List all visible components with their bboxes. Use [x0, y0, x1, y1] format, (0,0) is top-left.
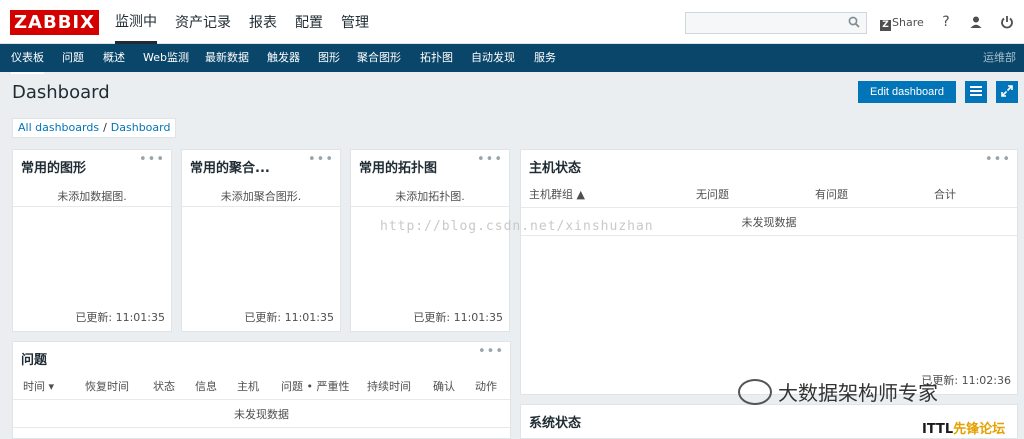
col-actions: 动作 — [475, 380, 497, 393]
forum-name: 先锋论坛 — [953, 422, 1006, 437]
widget-title: 常用的拓扑图 — [359, 161, 438, 176]
share-label: Share — [892, 16, 924, 29]
menu-maps[interactable]: 拓扑图 — [420, 44, 453, 72]
widget-favorite-graphs: 常用的图形 ••• 未添加数据图. 已更新: 11:01:35 — [12, 149, 172, 332]
menu-latest-data[interactable]: 最新数据 — [205, 44, 249, 72]
col-host-group[interactable]: 主机群组 ▲ — [529, 186, 696, 202]
brand-text: 大数据架构师专家 — [778, 381, 938, 405]
fullscreen-button[interactable] — [996, 81, 1018, 103]
page-title: Dashboard — [12, 82, 110, 103]
edit-dashboard-button[interactable]: Edit dashboard — [858, 81, 956, 103]
divider — [13, 427, 510, 428]
user-icon[interactable] — [968, 14, 984, 30]
divider — [13, 206, 171, 207]
search-icon[interactable] — [848, 16, 860, 28]
breadcrumb-all-dashboards[interactable]: All dashboards — [18, 121, 99, 134]
nav-inventory[interactable]: 资产记录 — [175, 0, 231, 44]
power-icon[interactable] — [999, 14, 1015, 30]
menu-graphs[interactable]: 图形 — [318, 44, 340, 72]
share-button[interactable]: Z Share — [880, 16, 924, 31]
widget-updated: 已更新: 11:01:35 — [75, 311, 165, 324]
widget-updated: 已更新: 11:01:35 — [244, 311, 334, 324]
col-host: 主机 — [237, 380, 259, 393]
widget-menu-icon[interactable]: ••• — [478, 344, 504, 359]
divider — [521, 235, 1017, 236]
widget-menu-icon[interactable]: ••• — [308, 152, 334, 167]
widget-title: 常用的聚合... — [190, 161, 270, 176]
menu-dashboard[interactable]: 仪表板 — [11, 44, 44, 74]
widget-host-status: 主机状态 ••• 主机群组 ▲ 无问题 有问题 合计 未发现数据 已更新: 11… — [520, 149, 1018, 395]
nav-configuration[interactable]: 配置 — [295, 0, 323, 44]
divider — [351, 206, 509, 207]
nav-reports[interactable]: 报表 — [249, 0, 277, 44]
widget-updated: 已更新: 11:01:35 — [413, 311, 503, 324]
menu-overview[interactable]: 概述 — [103, 44, 125, 72]
menu-problems[interactable]: 问题 — [62, 44, 84, 72]
widget-favorite-screens: 常用的聚合... ••• 未添加聚合图形. 已更新: 11:01:35 — [181, 149, 341, 332]
list-menu-button[interactable] — [965, 81, 987, 103]
widget-title: 系统状态 — [529, 416, 582, 431]
col-recovery-time: 恢复时间 — [85, 380, 129, 393]
col-ack: 确认 — [433, 380, 455, 393]
table-header: 时间 ▾ 恢复时间 状态 信息 主机 问题 • 严重性 持续时间 确认 动作 — [23, 378, 502, 394]
breadcrumb: All dashboards / Dashboard — [12, 118, 177, 138]
menu-web[interactable]: Web监测 — [143, 44, 189, 72]
divider — [521, 207, 1017, 208]
col-status: 状态 — [153, 380, 175, 393]
widget-menu-icon[interactable]: ••• — [139, 152, 165, 167]
menu-user-group[interactable]: 运维部 — [983, 44, 1016, 72]
sub-menu: 仪表板 问题 概述 Web监测 最新数据 触发器 图形 聚合图形 拓扑图 自动发… — [0, 44, 1024, 74]
search-input[interactable] — [686, 13, 841, 33]
widget-title: 常用的图形 — [21, 161, 87, 176]
widget-empty-text: 未添加数据图. — [57, 190, 127, 203]
url-watermark: http://blog.csdn.net/xinshuzhan — [380, 219, 654, 234]
nav-administration[interactable]: 管理 — [341, 0, 369, 44]
menu-discovery[interactable]: 自动发现 — [471, 44, 515, 72]
col-no-problems: 无问题 — [696, 188, 729, 201]
expand-icon — [1001, 85, 1013, 97]
widget-title: 主机状态 — [529, 161, 582, 176]
col-problem-severity: 问题 • 严重性 — [281, 380, 350, 393]
hamburger-icon — [970, 86, 982, 96]
widget-favorite-maps: 常用的拓扑图 ••• 未添加拓扑图. 已更新: 11:01:35 — [350, 149, 510, 332]
col-time[interactable]: 时间 ▾ — [23, 378, 85, 394]
menu-screens[interactable]: 聚合图形 — [357, 44, 401, 72]
widget-empty-text: 未发现数据 — [234, 408, 289, 421]
menu-triggers[interactable]: 触发器 — [267, 44, 300, 72]
brand-logo-icon — [738, 379, 772, 405]
divider — [182, 206, 340, 207]
help-icon[interactable]: ? — [938, 14, 954, 30]
search-box — [685, 12, 867, 34]
col-with-problems: 有问题 — [815, 188, 848, 201]
forum-prefix: ITTL — [922, 422, 954, 437]
top-nav: 监测中 资产记录 报表 配置 管理 — [115, 0, 387, 44]
table-header: 主机群组 ▲ 无问题 有问题 合计 — [529, 186, 1009, 202]
widget-problems: 问题 ••• 时间 ▾ 恢复时间 状态 信息 主机 问题 • 严重性 持续时间 … — [12, 341, 511, 439]
widget-title: 问题 — [21, 353, 48, 368]
col-duration: 持续时间 — [367, 380, 411, 393]
forum-overlay: ITTL先锋论坛 — [922, 418, 1005, 437]
col-total: 合计 — [934, 188, 956, 201]
nav-monitoring[interactable]: 监测中 — [115, 0, 157, 44]
share-icon: Z — [880, 20, 891, 31]
breadcrumb-dashboard[interactable]: Dashboard — [111, 121, 171, 134]
wechat-brand-overlay: 大数据架构师专家 — [738, 377, 938, 406]
col-info: 信息 — [195, 380, 217, 393]
divider — [13, 399, 510, 400]
widget-empty-text: 未添加聚合图形. — [220, 190, 302, 203]
breadcrumb-separator: / — [103, 121, 107, 134]
top-header: ZABBIX 监测中 资产记录 报表 配置 管理 Z Share ? — [0, 0, 1024, 44]
widget-empty-text: 未添加拓扑图. — [395, 190, 465, 203]
widget-menu-icon[interactable]: ••• — [985, 152, 1011, 167]
zabbix-logo[interactable]: ZABBIX — [10, 10, 99, 35]
widget-menu-icon[interactable]: ••• — [477, 152, 503, 167]
menu-services[interactable]: 服务 — [534, 44, 556, 72]
